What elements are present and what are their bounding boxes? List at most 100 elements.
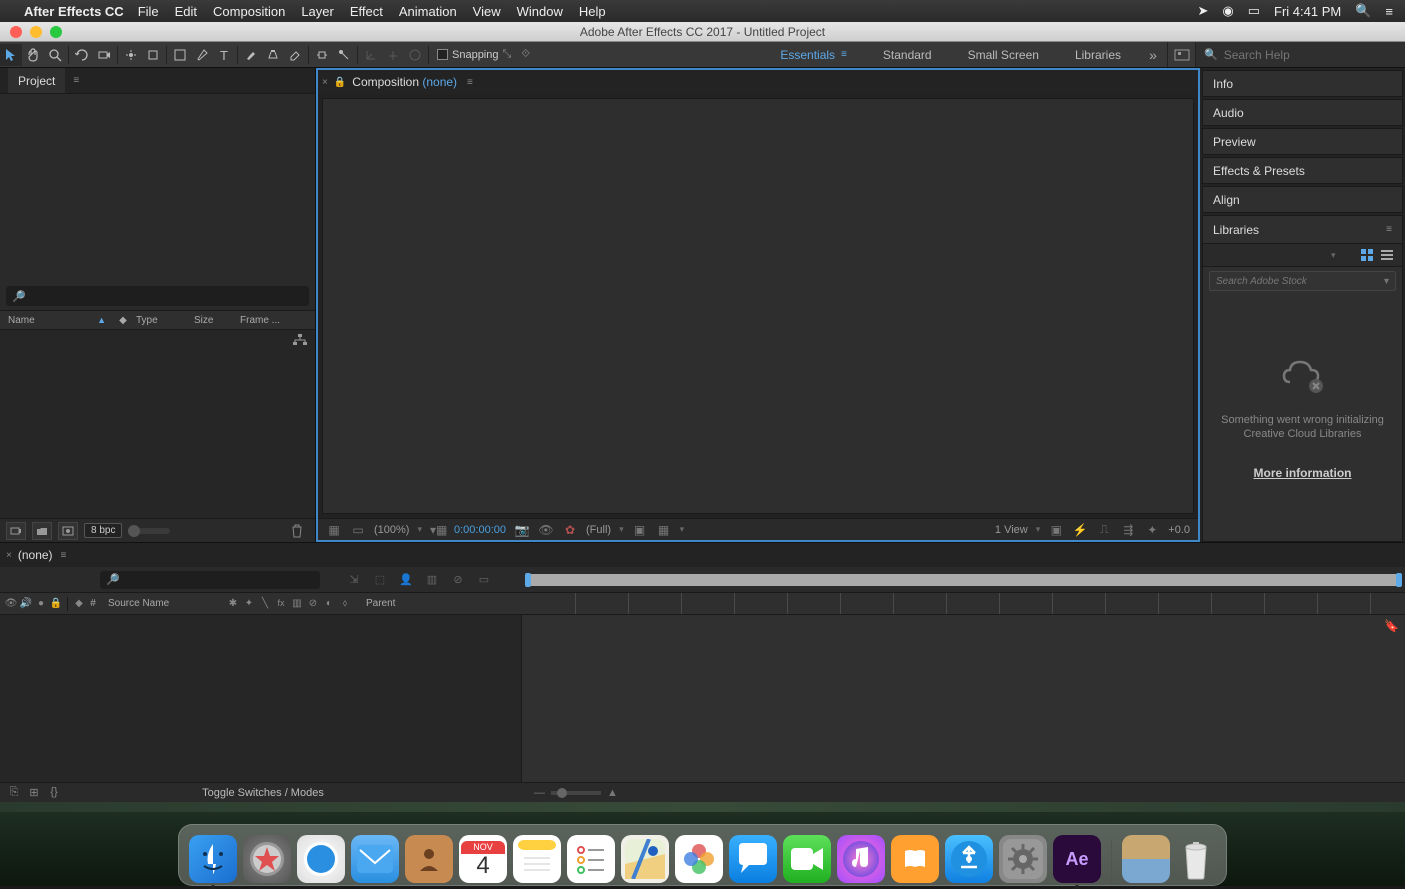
- new-folder-button[interactable]: [32, 522, 52, 540]
- menu-effect[interactable]: Effect: [350, 4, 383, 19]
- magnification[interactable]: (100%): [374, 524, 409, 536]
- timeline-menu-icon[interactable]: ≡: [61, 550, 67, 561]
- project-tab[interactable]: Project: [8, 68, 65, 93]
- system-preferences-app[interactable]: [999, 835, 1047, 883]
- snapshot-icon[interactable]: 📷: [514, 523, 530, 537]
- timeline-tab[interactable]: (none): [18, 548, 53, 562]
- video-column-icon[interactable]: 👁: [4, 598, 18, 609]
- shape-tool[interactable]: [169, 44, 191, 66]
- 3d-switch-icon[interactable]: ⬨: [338, 598, 352, 609]
- label-column-icon[interactable]: ◆: [72, 598, 86, 609]
- selection-tool[interactable]: [0, 44, 22, 66]
- roi-icon[interactable]: ▣: [632, 523, 648, 537]
- sync-settings-button[interactable]: [1167, 42, 1195, 67]
- safari-app[interactable]: [297, 835, 345, 883]
- close-tab-icon[interactable]: ×: [322, 77, 328, 88]
- column-frame[interactable]: Frame ...: [232, 315, 315, 326]
- audio-column-icon[interactable]: 🔊: [19, 598, 33, 609]
- color-icon[interactable]: ✿: [562, 523, 578, 537]
- orbit-tool[interactable]: [71, 44, 93, 66]
- solo-column-icon[interactable]: ●: [34, 598, 48, 609]
- photos-app[interactable]: [675, 835, 723, 883]
- resolution[interactable]: (Full): [586, 524, 611, 536]
- mask-tool[interactable]: [142, 44, 164, 66]
- info-panel[interactable]: Info: [1202, 70, 1403, 97]
- clock[interactable]: Fri 4:41 PM: [1274, 4, 1341, 19]
- timeline-tracks-area[interactable]: 🔖: [522, 615, 1405, 782]
- time-ruler[interactable]: [522, 593, 1405, 614]
- delete-button[interactable]: [291, 524, 303, 538]
- launchpad-app[interactable]: [243, 835, 291, 883]
- menu-window[interactable]: Window: [517, 4, 563, 19]
- text-tool[interactable]: T: [213, 44, 235, 66]
- after-effects-app[interactable]: Ae: [1053, 835, 1101, 883]
- frame-blend-icon[interactable]: ▥: [422, 571, 442, 589]
- facetime-app[interactable]: [783, 835, 831, 883]
- preview-panel[interactable]: Preview: [1202, 128, 1403, 155]
- time-navigator[interactable]: [522, 567, 1405, 592]
- shy-switch-icon[interactable]: ✱: [226, 598, 240, 609]
- motion-blur-icon[interactable]: ⊘: [448, 571, 468, 589]
- composition-tab[interactable]: Composition (none): [352, 75, 457, 89]
- workspace-libraries[interactable]: Libraries: [1057, 42, 1139, 67]
- lock-icon[interactable]: 🔒: [334, 77, 346, 88]
- notifications-icon[interactable]: ≡: [1385, 4, 1393, 19]
- bpc-indicator[interactable]: 8 bpc: [84, 523, 122, 538]
- project-panel-menu-icon[interactable]: ≡: [73, 75, 79, 86]
- quality-switch-icon[interactable]: ╲: [258, 598, 272, 609]
- view-axis-tool[interactable]: [404, 44, 426, 66]
- column-type[interactable]: Type: [128, 315, 186, 326]
- notes-app[interactable]: [513, 835, 561, 883]
- puppet-tool[interactable]: [333, 44, 355, 66]
- snapping-proximity-icon[interactable]: ⟐: [521, 48, 530, 61]
- show-snapshot-icon[interactable]: 👁: [538, 523, 554, 537]
- menu-layer[interactable]: Layer: [301, 4, 334, 19]
- close-tab-icon[interactable]: ×: [6, 550, 12, 561]
- list-view-icon[interactable]: [1380, 248, 1394, 262]
- exposure[interactable]: +0.0: [1168, 524, 1190, 536]
- graph-editor-icon[interactable]: ▭: [474, 571, 494, 589]
- fast-preview-icon[interactable]: ⚡: [1072, 523, 1088, 537]
- stock-search[interactable]: Search Adobe Stock ▾: [1209, 271, 1396, 291]
- lock-column-icon[interactable]: 🔒: [49, 598, 63, 609]
- parent-column[interactable]: Parent: [352, 598, 462, 609]
- view-layout[interactable]: 1 View: [995, 524, 1028, 536]
- menu-view[interactable]: View: [473, 4, 501, 19]
- timeline-search[interactable]: 🔎: [100, 571, 320, 589]
- workspace-standard[interactable]: Standard: [865, 42, 950, 67]
- reminders-app[interactable]: [567, 835, 615, 883]
- pen-tool[interactable]: [191, 44, 213, 66]
- pan-behind-tool[interactable]: [120, 44, 142, 66]
- fx-switch-icon[interactable]: fx: [274, 598, 288, 609]
- libraries-menu-icon[interactable]: ≡: [1386, 224, 1392, 235]
- interpret-footage-button[interactable]: [6, 522, 26, 540]
- column-label[interactable]: ◆: [110, 315, 128, 326]
- brush-tool[interactable]: [240, 44, 262, 66]
- project-item-list[interactable]: [0, 330, 315, 518]
- eraser-tool[interactable]: [284, 44, 306, 66]
- collapse-switch-icon[interactable]: ✦: [242, 598, 256, 609]
- hand-tool[interactable]: [22, 44, 44, 66]
- ibooks-app[interactable]: [891, 835, 939, 883]
- local-axis-tool[interactable]: [360, 44, 382, 66]
- workspace-small-screen[interactable]: Small Screen: [950, 42, 1057, 67]
- always-preview-icon[interactable]: ▦: [326, 523, 342, 537]
- roto-tool[interactable]: [311, 44, 333, 66]
- comp-mini-flow-icon[interactable]: ⇲: [344, 571, 364, 589]
- project-search[interactable]: 🔎: [6, 286, 309, 306]
- appstore-app[interactable]: [945, 835, 993, 883]
- motion-blur-switch-icon[interactable]: ⊘: [306, 598, 320, 609]
- itunes-app[interactable]: [837, 835, 885, 883]
- toggle-switches-modes[interactable]: Toggle Switches / Modes: [2, 787, 524, 799]
- composition-viewer[interactable]: [322, 98, 1194, 514]
- flow-icon[interactable]: ⇶: [1120, 523, 1136, 537]
- search-help[interactable]: 🔍: [1195, 42, 1405, 67]
- cursor-status-icon[interactable]: ➤: [1197, 3, 1208, 19]
- snapping-checkbox[interactable]: [437, 49, 448, 60]
- calendar-app[interactable]: NOV4: [459, 835, 507, 883]
- number-column[interactable]: #: [86, 598, 100, 609]
- column-size[interactable]: Size: [186, 315, 232, 326]
- library-dropdown-icon[interactable]: ▾: [1331, 250, 1336, 261]
- messages-app[interactable]: [729, 835, 777, 883]
- adjustment-switch-icon[interactable]: ◐: [322, 598, 336, 609]
